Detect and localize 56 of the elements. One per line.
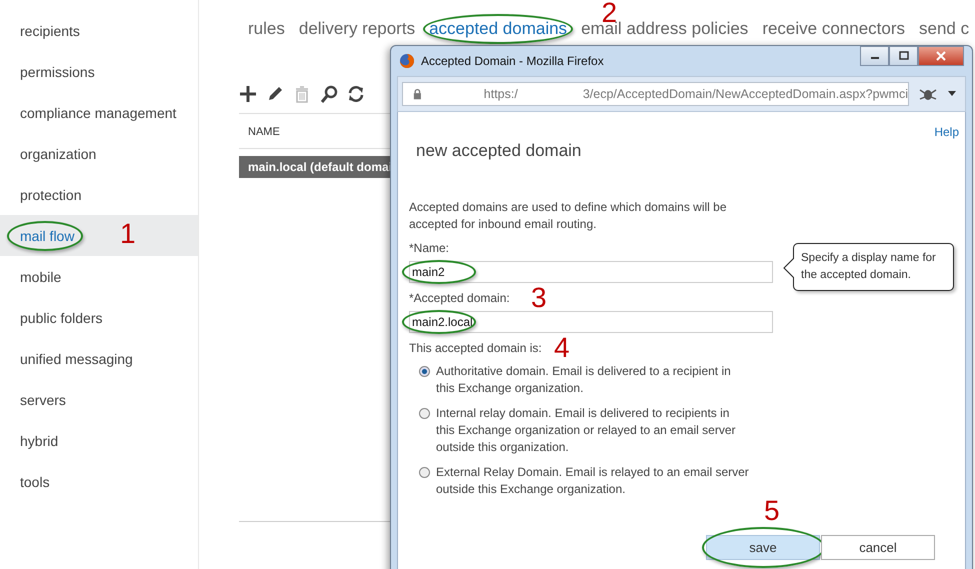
sidebar-item[interactable]: public folders	[0, 297, 198, 338]
description-text: Accepted domains are used to define which domains will be accepted for inbound email routing.	[409, 199, 728, 233]
sidebar-item[interactable]: permissions	[0, 51, 198, 92]
cancel-button[interactable]: cancel	[821, 535, 935, 560]
group-label: This accepted domain is:	[409, 341, 542, 355]
field-label: *Accepted domain:	[409, 291, 510, 305]
sidebar-item[interactable]: recipients	[0, 10, 198, 51]
nav-tab[interactable]: rules	[248, 19, 285, 39]
text-field[interactable]: main2	[409, 261, 773, 283]
text-field[interactable]: main2.local	[409, 311, 773, 333]
address-field[interactable]: https:/ 3/ecp/AcceptedDomain/NewAcceptedDomain.aspx?pwmci	[402, 82, 909, 106]
refresh-icon[interactable]	[347, 85, 365, 103]
radio-button[interactable]	[419, 366, 430, 377]
step-number: 1	[120, 220, 136, 248]
radio-button[interactable]	[419, 408, 430, 419]
tooltip-text: Specify a display name for the accepted domain.	[801, 251, 937, 283]
radio-label: Authoritative domain. Email is delivered to a recipient in this Exchange organization.	[436, 363, 732, 397]
step-number: 3	[531, 284, 547, 312]
caret-icon	[947, 91, 957, 97]
save-button[interactable]: save	[706, 535, 820, 560]
url-text: https:/	[484, 87, 518, 101]
browser-logo-icon	[399, 53, 415, 69]
sidebar-item[interactable]: servers	[0, 379, 198, 420]
window-title: Accepted Domain - Mozilla Firefox	[421, 54, 604, 68]
sidebar-item[interactable]: unified messaging	[0, 338, 198, 379]
search-icon[interactable]	[320, 85, 338, 103]
maximize-button[interactable]	[889, 46, 918, 66]
sidebar-item[interactable]: hybrid	[0, 420, 198, 461]
pencil-icon[interactable]	[266, 85, 284, 103]
sidebar-item[interactable]: compliance management	[0, 92, 198, 133]
radio-button[interactable]	[419, 467, 430, 478]
close-icon	[936, 51, 946, 61]
step-number: 4	[554, 334, 570, 362]
sidebar-item[interactable]: mail flow 1	[0, 215, 198, 256]
lock-icon	[413, 88, 422, 100]
radio-label: External Relay Domain. Email is relayed to an email server outside this Exchange organization.	[436, 464, 749, 498]
nav-tab[interactable]: accepted domains	[429, 19, 568, 39]
nav-tab[interactable]: delivery reports	[298, 19, 416, 39]
close-button[interactable]	[918, 46, 964, 66]
minimize-button[interactable]	[860, 46, 889, 66]
nav-tab[interactable]: receive connectors	[762, 19, 905, 39]
sidebar-item[interactable]: protection	[0, 174, 198, 215]
dialog-heading: new accepted domain	[416, 141, 582, 161]
maximize-icon	[898, 51, 908, 61]
column-header[interactable]: NAME	[248, 126, 280, 138]
sidebar-item[interactable]: mobile	[0, 256, 198, 297]
field-label: *Name:	[409, 241, 450, 255]
help-link[interactable]: Help	[934, 125, 959, 139]
sidebar-item[interactable]: organization	[0, 133, 198, 174]
nav-tab[interactable]: send c	[919, 19, 970, 39]
step-number: 5	[764, 497, 780, 525]
sidebar-item[interactable]: tools	[0, 461, 198, 502]
radio-label: Internal relay domain. Email is delivered to recipients in this Exchange organization or relayed to an email server outside this organization.	[436, 405, 736, 456]
url-text: 3/ecp/AcceptedDomain/NewAcceptedDomain.aspx?pwmci	[582, 87, 908, 101]
add-icon[interactable]	[239, 85, 257, 103]
bug-icon	[919, 87, 937, 101]
